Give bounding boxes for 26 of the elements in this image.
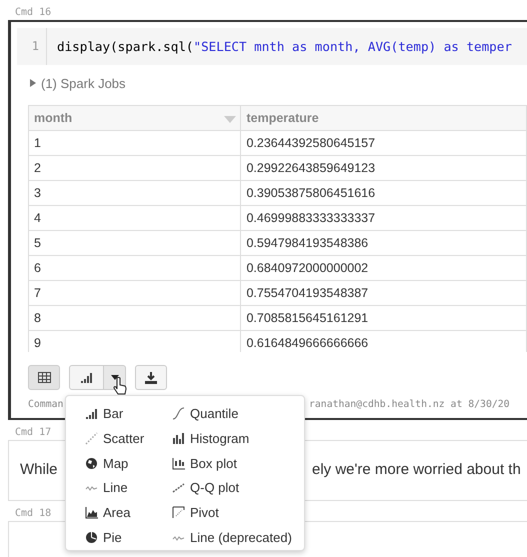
table-cell: 9 [28, 330, 241, 352]
table-cell: 8 [28, 306, 241, 330]
table-cell: 0.7085815645161291 [240, 306, 526, 330]
table-cell: 0.23644392580645157 [240, 130, 526, 156]
table-cell: 3 [28, 180, 241, 206]
table-cell: 5 [28, 230, 241, 256]
paragraph-text: While [20, 461, 59, 480]
table-cell: 0.5947984193548386 [240, 230, 526, 256]
table-cell: 1 [28, 130, 241, 156]
table-cell: 0.46999883333333337 [240, 206, 526, 230]
status-text: Comman [28, 399, 64, 410]
table-cell: 0.39053875806451616 [240, 180, 526, 206]
paragraph-text: ely we're more worried about th [312, 461, 521, 480]
cell-label: Cmd 17 [15, 427, 52, 440]
line-number: 1 [17, 28, 47, 65]
table-cell: 0.6840972000000002 [240, 256, 526, 280]
table-cell: 7 [28, 280, 241, 306]
table-cell: 2 [28, 156, 241, 180]
status-text: ranathan@cdhb.health.nz at 8/30/20 [309, 399, 510, 410]
cell-label: Cmd 18 [15, 508, 52, 521]
code-line: display(spark.sql("SELECT mnth as month, AVG(temp) as temper [56, 39, 512, 54]
table-cell: 6 [28, 256, 241, 280]
table-cell: 4 [28, 206, 241, 230]
table-cell: 0.29922643859649123 [240, 156, 526, 180]
table-cell: 0.7554704193548387 [240, 280, 526, 306]
cell-label: Cmd 16 [15, 7, 52, 20]
